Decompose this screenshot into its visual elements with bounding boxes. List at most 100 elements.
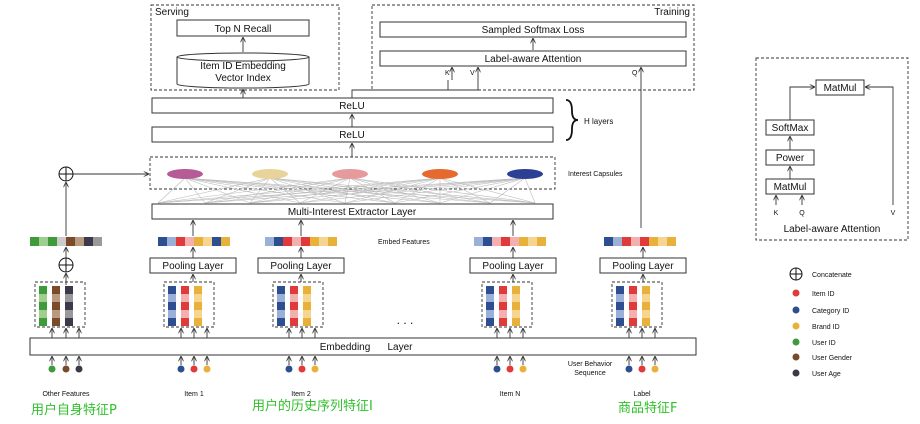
embed-strip-cell [212, 237, 221, 246]
embedding-layer-word2: Layer [387, 342, 413, 353]
multi-interest-extractor-label: Multi-Interest Extractor Layer [288, 207, 417, 218]
embed-strip-cell [528, 237, 537, 246]
capsule-4 [422, 169, 458, 179]
embed-strip-cell [75, 237, 84, 246]
legend-dot-user-age [792, 369, 800, 377]
embedding-matrix-cell [39, 302, 47, 310]
embedding-matrix-cell [512, 302, 520, 310]
training-label: Training [654, 7, 690, 18]
embed-strip-cell [274, 237, 283, 246]
embed-strip-cell [519, 237, 528, 246]
embedding-matrix-cell [52, 294, 60, 302]
cn-label-item-features: 商品特征F [618, 401, 677, 416]
legend-dot-user-id [792, 338, 800, 346]
embed-strip-cell [265, 237, 274, 246]
legend-user-gender: User Gender [812, 355, 853, 362]
embedding-matrix-cell [512, 310, 520, 318]
embed-strip-cell [84, 237, 93, 246]
side-k-label: K [774, 210, 779, 217]
embed-strip-cell [328, 237, 337, 246]
embed-strip-cell [194, 237, 203, 246]
embed-strip-cell [203, 237, 212, 246]
embedding-matrix-cell [642, 310, 650, 318]
embed-strip-cell [310, 237, 319, 246]
embedding-matrix-cell [39, 318, 47, 326]
label-aware-attention-label: Label-aware Attention [485, 54, 582, 65]
embedding-matrix-cell [642, 318, 650, 326]
embed-strip-cell [667, 237, 676, 246]
input-label-other-features: Other Features [42, 391, 90, 398]
embedding-matrix-cell [512, 286, 520, 294]
embedding-layer-word1: Embedding [320, 342, 371, 353]
legend-item-id: Item ID [812, 291, 835, 298]
embedding-matrix-cell [52, 286, 60, 294]
embedding-matrix-cell [65, 286, 73, 294]
legend-category-id: Category ID [812, 308, 849, 315]
embedding-matrix-cell [486, 294, 494, 302]
input-dot [48, 365, 56, 373]
side-q-label: Q [799, 210, 805, 217]
side-softmax-label: SoftMax [772, 123, 809, 134]
side-v-label: V [891, 210, 896, 217]
embed-strip-cell [221, 237, 230, 246]
h-layers-label: H layers [584, 117, 613, 126]
legend-dot-brand-id [792, 322, 800, 330]
embedding-matrix-cell [181, 294, 189, 302]
side-matmul-top-label: MatMul [824, 83, 857, 94]
embedding-matrix-cell [616, 302, 624, 310]
embedding-matrix-cell [486, 310, 494, 318]
embedding-matrix-cell [642, 286, 650, 294]
embed-strip-cell [57, 237, 66, 246]
capsule-link [157, 177, 186, 204]
legend-dot-category-id [792, 306, 800, 314]
embed-strip-cell [176, 237, 185, 246]
embedding-matrix-cell [277, 286, 285, 294]
pooling-layer-label-text: Pooling Layer [612, 261, 674, 272]
legend-user-age: User Age [812, 371, 841, 378]
embedding-matrix-cell [303, 286, 311, 294]
embedding-matrix-cell [52, 310, 60, 318]
input-dot [651, 365, 659, 373]
embed-strip-cell [48, 237, 57, 246]
embedding-matrix-cell [277, 310, 285, 318]
input-label-item-2: Item 2 [291, 391, 311, 398]
input-label-item-n: Item N [500, 391, 521, 398]
embedding-matrix-cell [277, 318, 285, 326]
input-dot [311, 365, 319, 373]
embedding-matrix-cell [499, 286, 507, 294]
embedding-matrix-cell [303, 310, 311, 318]
legend: Concatenate Item ID Category ID Brand ID… [789, 267, 853, 378]
input-dot [298, 365, 306, 373]
embed-strip-cell [622, 237, 631, 246]
embedding-matrix-cell [290, 302, 298, 310]
embed-strip-cell [301, 237, 310, 246]
pooling-layers: Pooling Layer Pooling Layer Pooling Laye… [149, 257, 687, 274]
capsule-link [524, 177, 536, 204]
embedding-matrix-cell [277, 294, 285, 302]
embed-features-label: Embed Features [378, 239, 430, 246]
embedding-matrix-cell [486, 286, 494, 294]
embed-strip-cell [537, 237, 546, 246]
embedding-matrix-cell [616, 310, 624, 318]
interest-capsules-label: Interest Capsules [568, 171, 623, 178]
embedding-matrix-cell [629, 310, 637, 318]
embedding-matrix-cell [52, 318, 60, 326]
embedding-matrix-cell [303, 318, 311, 326]
vector-index-line1: Item ID Embedding [200, 61, 286, 72]
embed-strip-cell [510, 237, 519, 246]
embed-strip-cell [158, 237, 167, 246]
embed-strip-cell [613, 237, 622, 246]
embedding-matrix-cell [303, 302, 311, 310]
training-v-label: V [470, 70, 475, 77]
embed-strip-cell [292, 237, 301, 246]
embed-strip-cell [474, 237, 483, 246]
sampled-softmax-label: Sampled Softmax Loss [482, 25, 585, 36]
side-attention-caption: Label-aware Attention [784, 224, 881, 235]
embedding-matrix-cell [499, 302, 507, 310]
embed-strip-cell [30, 237, 39, 246]
cn-label-user-features: 用户自身特征P [31, 402, 117, 418]
training-panel: Training Sampled Softmax Loss Label-awar… [371, 4, 695, 91]
vector-index-line2: Vector Index [215, 73, 271, 84]
embedding-matrices [34, 281, 663, 328]
embedding-matrix-cell [629, 286, 637, 294]
